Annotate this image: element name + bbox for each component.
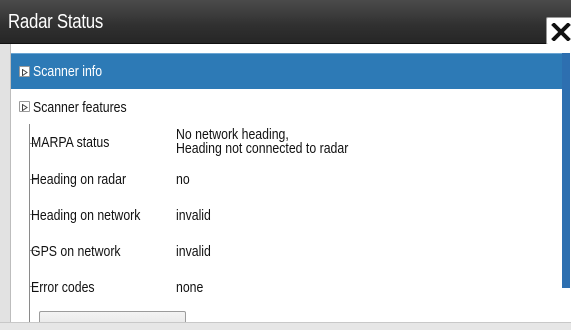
status-row-heading-on-network: Heading on network invalid bbox=[11, 197, 562, 233]
title-bar: Radar Status bbox=[0, 0, 571, 45]
status-content: Scanner info Scanner features MARPA stat… bbox=[10, 44, 571, 330]
tree-node-label: Scanner features bbox=[33, 99, 127, 116]
status-value: none bbox=[176, 279, 204, 296]
status-label: MARPA status bbox=[31, 134, 110, 151]
status-value: no bbox=[176, 171, 190, 188]
close-button[interactable] bbox=[546, 17, 571, 45]
tree-node-scanner-features[interactable]: Scanner features bbox=[11, 89, 562, 125]
tree-node-label: Scanner info bbox=[33, 63, 103, 80]
radar-status-dialog: Radar Status Scanner info Scanner featur… bbox=[0, 0, 571, 330]
tree-node-scanner-info[interactable]: Scanner info bbox=[11, 53, 562, 89]
status-label: Heading on radar bbox=[31, 171, 127, 188]
status-value: Heading not connected to radar bbox=[176, 140, 349, 157]
status-row-error-codes: Error codes none bbox=[11, 269, 562, 305]
bottom-edge bbox=[0, 322, 571, 330]
status-value: invalid bbox=[176, 207, 211, 224]
close-icon bbox=[551, 23, 571, 41]
triangle-right-icon bbox=[22, 69, 28, 76]
vertical-scrollbar[interactable] bbox=[562, 53, 570, 288]
expand-toggle[interactable] bbox=[19, 66, 30, 77]
status-value: invalid bbox=[176, 243, 211, 260]
triangle-right-icon bbox=[22, 104, 28, 111]
scrollbar-thumb[interactable] bbox=[562, 53, 570, 288]
dialog-title: Radar Status bbox=[8, 11, 104, 33]
status-label: Heading on network bbox=[31, 207, 141, 224]
status-row-gps-on-network: GPS on network invalid bbox=[11, 233, 562, 269]
status-tree: Scanner info Scanner features MARPA stat… bbox=[11, 44, 571, 330]
status-label: Error codes bbox=[31, 279, 95, 296]
left-edge-panel bbox=[0, 44, 10, 330]
status-row-heading-on-radar: Heading on radar no bbox=[11, 161, 562, 197]
status-label: GPS on network bbox=[31, 243, 121, 260]
status-row-marpa: MARPA status No network heading, Heading… bbox=[11, 125, 562, 161]
expand-toggle[interactable] bbox=[19, 101, 30, 112]
